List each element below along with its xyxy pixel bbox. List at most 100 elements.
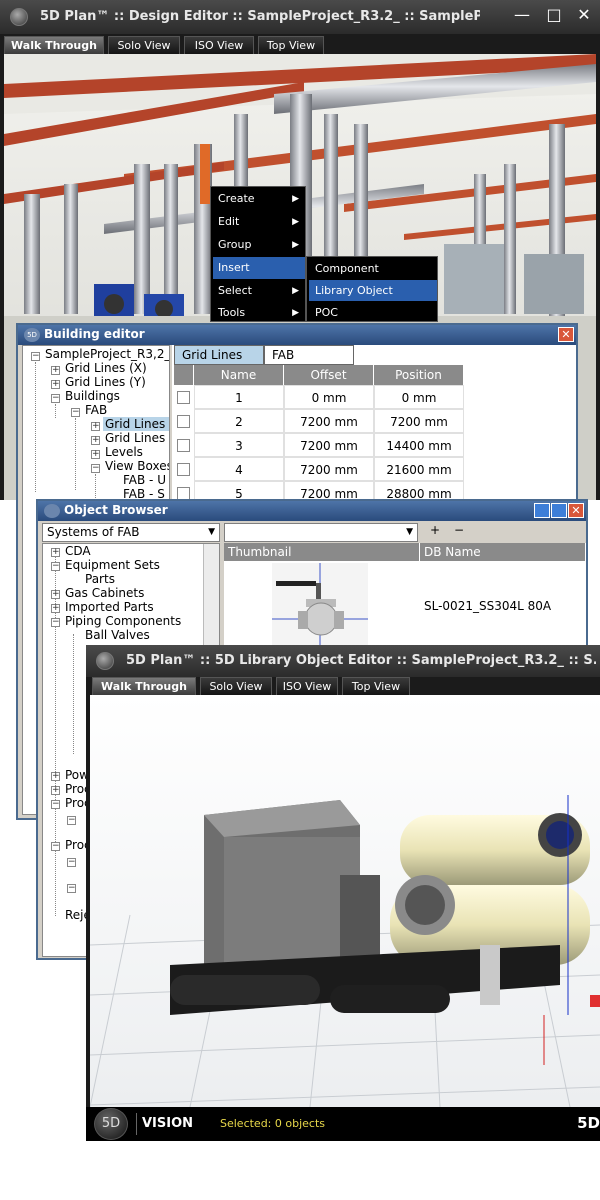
tab-top-view[interactable]: Top View: [342, 677, 410, 695]
collapse-icon[interactable]: −: [67, 858, 76, 867]
close-button[interactable]: ✕: [570, 4, 598, 26]
table-cell-offset[interactable]: 7200 mm: [284, 433, 374, 457]
library-editor-titlebar[interactable]: 5D Plan™ :: 5D Library Object Editor :: …: [86, 645, 600, 677]
tab-fab[interactable]: FAB: [264, 345, 354, 365]
collapse-icon[interactable]: −: [51, 800, 60, 809]
tab-walk-through[interactable]: Walk Through: [4, 36, 104, 54]
expand-icon[interactable]: +: [51, 590, 60, 599]
collapse-icon[interactable]: −: [51, 842, 60, 851]
collapse-icon[interactable]: −: [51, 562, 60, 571]
menu-item-tools[interactable]: Tools ▶: [213, 302, 305, 324]
tab-iso-view[interactable]: ISO View: [276, 677, 338, 695]
menu-item-create[interactable]: Create ▶: [213, 188, 305, 210]
tree-node-view-boxes[interactable]: View Boxes: [105, 459, 169, 473]
tab-iso-view[interactable]: ISO View: [184, 36, 254, 54]
tab-grid-lines[interactable]: Grid Lines: [174, 345, 264, 365]
submenu-item-library-object[interactable]: Library Object: [309, 280, 437, 301]
tree-node-grid-lines-y[interactable]: Grid Lines (Y): [65, 375, 146, 389]
submenu-item-poc[interactable]: POC: [309, 302, 437, 323]
table-cell-offset[interactable]: 0 mm: [284, 385, 374, 409]
menu-item-label: Insert: [218, 261, 250, 274]
table-cell-position[interactable]: 14400 mm: [374, 433, 464, 457]
tree-node-levels[interactable]: Levels: [105, 445, 143, 459]
object-browser-titlebar[interactable]: Object Browser ✕: [38, 501, 586, 521]
expand-icon[interactable]: +: [91, 422, 100, 431]
collapse-icon[interactable]: −: [67, 816, 76, 825]
library-object-editor-window: 5D Plan™ :: 5D Library Object Editor :: …: [86, 645, 600, 1141]
context-menu: Create ▶ Edit ▶ Group ▶ Insert Select ▶ Tool…: [210, 186, 306, 322]
tab-walk-through[interactable]: Walk Through: [92, 677, 196, 695]
table-cell-name[interactable]: 1: [194, 385, 284, 409]
expand-icon[interactable]: +: [51, 380, 60, 389]
collapse-icon[interactable]: −: [51, 394, 60, 403]
menu-item-group[interactable]: Group ▶: [213, 234, 305, 256]
expand-icon[interactable]: +: [51, 366, 60, 375]
menu-item-select[interactable]: Select ▶: [213, 280, 305, 302]
table-cell-position[interactable]: 21600 mm: [374, 457, 464, 481]
object-browser-close-button[interactable]: ✕: [568, 503, 584, 518]
tree-node-parts[interactable]: Parts: [85, 572, 115, 586]
tree-node-fab[interactable]: FAB: [85, 403, 107, 417]
table-row[interactable]: SL-0021_SS304L 80A: [224, 561, 586, 653]
app-logo-icon: [10, 8, 28, 26]
column-header-thumbnail[interactable]: Thumbnail: [224, 543, 420, 561]
row-checkbox[interactable]: [177, 463, 190, 476]
maximize-button[interactable]: □: [540, 4, 568, 26]
table-cell-offset[interactable]: 7200 mm: [284, 457, 374, 481]
tab-solo-view[interactable]: Solo View: [108, 36, 180, 54]
table-cell-position[interactable]: 7200 mm: [374, 409, 464, 433]
column-header-position[interactable]: Position: [374, 365, 464, 385]
tree-node-project[interactable]: SampleProject_R3,2_: [45, 347, 169, 361]
table-cell-offset[interactable]: 7200 mm: [284, 409, 374, 433]
building-editor-titlebar[interactable]: 5D Building editor ✕: [18, 325, 576, 345]
menu-item-edit[interactable]: Edit ▶: [213, 211, 305, 233]
collapse-icon[interactable]: −: [31, 352, 40, 361]
expand-icon[interactable]: +: [51, 772, 60, 781]
expand-icon[interactable]: +: [51, 786, 60, 795]
minimize-button[interactable]: —: [508, 4, 536, 26]
tree-node-fab-grid-lines-y[interactable]: Grid Lines (: [105, 431, 169, 445]
table-cell-name[interactable]: 2: [194, 409, 284, 433]
remove-button[interactable]: −: [454, 523, 464, 537]
table-cell-position[interactable]: 0 mm: [374, 385, 464, 409]
row-checkbox[interactable]: [177, 415, 190, 428]
add-button[interactable]: +: [430, 523, 440, 537]
column-header-offset[interactable]: Offset: [284, 365, 374, 385]
tree-node-fab-u[interactable]: FAB - U: [123, 473, 166, 487]
expand-icon[interactable]: +: [51, 548, 60, 557]
collapse-icon[interactable]: −: [51, 618, 60, 627]
collapse-icon[interactable]: −: [67, 884, 76, 893]
expand-icon[interactable]: +: [91, 436, 100, 445]
tree-node-equipment-sets[interactable]: Equipment Sets: [65, 558, 160, 572]
tree-node-fab-grid-lines-x[interactable]: Grid Lines (: [103, 417, 169, 431]
table-cell-name[interactable]: 4: [194, 457, 284, 481]
collapse-icon[interactable]: −: [91, 464, 100, 473]
submenu-item-component[interactable]: Component: [309, 258, 437, 279]
expand-icon[interactable]: +: [91, 450, 100, 459]
tab-top-view[interactable]: Top View: [258, 36, 324, 54]
design-editor-titlebar[interactable]: 5D Plan™ :: Design Editor :: SampleProje…: [0, 0, 600, 34]
minimize-button[interactable]: [534, 503, 550, 518]
row-checkbox[interactable]: [177, 391, 190, 404]
library-3d-viewport[interactable]: [90, 695, 600, 1107]
row-checkbox[interactable]: [177, 439, 190, 452]
tree-node-buildings[interactable]: Buildings: [65, 389, 120, 403]
tree-node-ball-valves[interactable]: Ball Valves: [85, 628, 150, 642]
tree-node-imported-parts[interactable]: Imported Parts: [65, 600, 154, 614]
collapse-icon[interactable]: −: [71, 408, 80, 417]
5d-app-icon: 5D: [24, 328, 40, 342]
expand-icon[interactable]: +: [51, 604, 60, 613]
secondary-select[interactable]: ▼: [224, 523, 418, 542]
column-header-db-name[interactable]: DB Name: [420, 543, 586, 561]
maximize-button[interactable]: [551, 503, 567, 518]
column-header-name[interactable]: Name: [194, 365, 284, 385]
system-select[interactable]: Systems of FAB ▼: [42, 523, 220, 542]
tree-node-gas-cabinets[interactable]: Gas Cabinets: [65, 586, 144, 600]
tab-solo-view[interactable]: Solo View: [200, 677, 272, 695]
tree-node-piping-components[interactable]: Piping Components: [65, 614, 181, 628]
menu-item-insert[interactable]: Insert: [213, 257, 305, 279]
tree-node-grid-lines-x[interactable]: Grid Lines (X): [65, 361, 147, 375]
tree-node-cda[interactable]: CDA: [65, 544, 91, 558]
building-editor-close-button[interactable]: ✕: [558, 327, 574, 342]
table-cell-name[interactable]: 3: [194, 433, 284, 457]
